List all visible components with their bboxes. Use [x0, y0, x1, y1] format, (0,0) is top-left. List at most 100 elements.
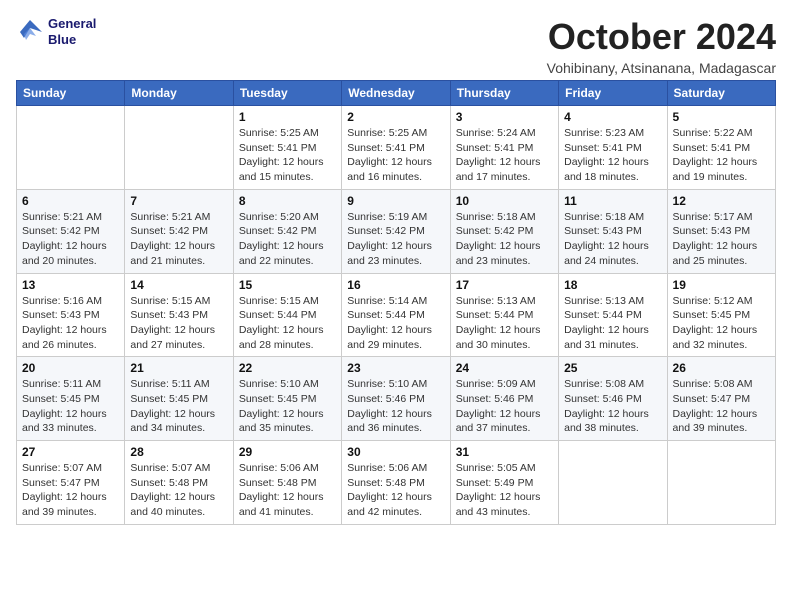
calendar-cell: 2Sunrise: 5:25 AMSunset: 5:41 PMDaylight… [342, 106, 450, 190]
calendar-cell: 16Sunrise: 5:14 AMSunset: 5:44 PMDayligh… [342, 273, 450, 357]
day-number: 23 [347, 361, 444, 375]
daylight-text: Daylight: 12 hours and 38 minutes. [564, 408, 649, 435]
sunset-text: Sunset: 5:43 PM [130, 309, 208, 321]
weekday-label: Sunday [17, 81, 125, 106]
day-info: Sunrise: 5:21 AMSunset: 5:42 PMDaylight:… [22, 210, 119, 269]
sunset-text: Sunset: 5:42 PM [239, 225, 317, 237]
daylight-text: Daylight: 12 hours and 41 minutes. [239, 491, 324, 518]
sunrise-text: Sunrise: 5:07 AM [130, 462, 210, 474]
daylight-text: Daylight: 12 hours and 23 minutes. [347, 240, 432, 267]
daylight-text: Daylight: 12 hours and 36 minutes. [347, 408, 432, 435]
calendar-cell: 29Sunrise: 5:06 AMSunset: 5:48 PMDayligh… [233, 441, 341, 525]
weekday-label: Friday [559, 81, 667, 106]
sunrise-text: Sunrise: 5:15 AM [239, 295, 319, 307]
sunset-text: Sunset: 5:42 PM [456, 225, 534, 237]
calendar-cell: 12Sunrise: 5:17 AMSunset: 5:43 PMDayligh… [667, 189, 775, 273]
day-info: Sunrise: 5:06 AMSunset: 5:48 PMDaylight:… [347, 461, 444, 520]
sunset-text: Sunset: 5:44 PM [564, 309, 642, 321]
sunrise-text: Sunrise: 5:10 AM [239, 378, 319, 390]
day-number: 3 [456, 110, 553, 124]
day-number: 20 [22, 361, 119, 375]
day-info: Sunrise: 5:11 AMSunset: 5:45 PMDaylight:… [22, 377, 119, 436]
sunrise-text: Sunrise: 5:16 AM [22, 295, 102, 307]
calendar-cell: 4Sunrise: 5:23 AMSunset: 5:41 PMDaylight… [559, 106, 667, 190]
day-info: Sunrise: 5:21 AMSunset: 5:42 PMDaylight:… [130, 210, 227, 269]
calendar-week-row: 1 Sunrise: 5:25 AM Sunset: 5:41 PM Daylight… [17, 106, 776, 190]
sunrise-text: Sunrise: 5:25 AM [347, 127, 427, 139]
weekday-label: Saturday [667, 81, 775, 106]
day-number: 11 [564, 194, 661, 208]
sunrise-text: Sunrise: 5:21 AM [22, 211, 102, 223]
day-number: 30 [347, 445, 444, 459]
calendar-week-row: 13Sunrise: 5:16 AMSunset: 5:43 PMDayligh… [17, 273, 776, 357]
calendar-cell: 27Sunrise: 5:07 AMSunset: 5:47 PMDayligh… [17, 441, 125, 525]
calendar-body: 1 Sunrise: 5:25 AM Sunset: 5:41 PM Daylight… [17, 106, 776, 525]
daylight-text: Daylight: 12 hours and 28 minutes. [239, 324, 324, 351]
calendar-title: October 2024 [547, 16, 776, 58]
logo-icon [16, 18, 44, 46]
daylight-text: Daylight: 12 hours and 31 minutes. [564, 324, 649, 351]
sunset-text: Sunset: 5:46 PM [347, 393, 425, 405]
sunset-text: Sunset: 5:44 PM [239, 309, 317, 321]
day-info: Sunrise: 5:10 AMSunset: 5:45 PMDaylight:… [239, 377, 336, 436]
calendar-cell: 17Sunrise: 5:13 AMSunset: 5:44 PMDayligh… [450, 273, 558, 357]
daylight-text: Daylight: 12 hours and 20 minutes. [22, 240, 107, 267]
day-info: Sunrise: 5:17 AMSunset: 5:43 PMDaylight:… [673, 210, 770, 269]
day-info: Sunrise: 5:23 AMSunset: 5:41 PMDaylight:… [564, 126, 661, 185]
sunset-text: Sunset: 5:46 PM [456, 393, 534, 405]
day-number: 9 [347, 194, 444, 208]
day-info: Sunrise: 5:06 AMSunset: 5:48 PMDaylight:… [239, 461, 336, 520]
sunrise-text: Sunrise: 5:24 AM [456, 127, 536, 139]
calendar-cell [667, 441, 775, 525]
sunrise-text: Sunrise: 5:23 AM [564, 127, 644, 139]
calendar-week-row: 20 Sunrise: 5:11 AMSunset: 5:45 PMDayligh… [17, 357, 776, 441]
day-info: Sunrise: 5:14 AMSunset: 5:44 PMDaylight:… [347, 294, 444, 353]
weekday-label: Wednesday [342, 81, 450, 106]
calendar-cell: 21Sunrise: 5:11 AMSunset: 5:45 PMDayligh… [125, 357, 233, 441]
calendar-cell [17, 106, 125, 190]
sunset-text: Sunset: 5:44 PM [456, 309, 534, 321]
sunset-text: Sunset: 5:41 PM [673, 142, 751, 154]
day-info: Sunrise: 5:13 AMSunset: 5:44 PMDaylight:… [564, 294, 661, 353]
sunrise-text: Sunrise: 5:06 AM [347, 462, 427, 474]
sunset-text: Sunset: 5:49 PM [456, 477, 534, 489]
day-number: 18 [564, 278, 661, 292]
daylight-text: Daylight: 12 hours and 19 minutes. [673, 156, 758, 183]
sunset-text: Sunset: 5:46 PM [564, 393, 642, 405]
sunset-text: Sunset: 5:43 PM [564, 225, 642, 237]
day-number: 7 [130, 194, 227, 208]
calendar-cell: 23Sunrise: 5:10 AMSunset: 5:46 PMDayligh… [342, 357, 450, 441]
calendar-location: Vohibinany, Atsinanana, Madagascar [547, 60, 776, 76]
title-block: October 2024 Vohibinany, Atsinanana, Mad… [547, 16, 776, 76]
sunrise-text: Sunrise: 5:07 AM [22, 462, 102, 474]
day-number: 2 [347, 110, 444, 124]
calendar-cell: 24Sunrise: 5:09 AMSunset: 5:46 PMDayligh… [450, 357, 558, 441]
calendar-cell: 25Sunrise: 5:08 AMSunset: 5:46 PMDayligh… [559, 357, 667, 441]
calendar-cell: 10Sunrise: 5:18 AMSunset: 5:42 PMDayligh… [450, 189, 558, 273]
sunrise-text: Sunrise: 5:06 AM [239, 462, 319, 474]
weekday-label: Thursday [450, 81, 558, 106]
calendar-table: SundayMondayTuesdayWednesdayThursdayFrid… [16, 80, 776, 525]
daylight-text: Daylight: 12 hours and 16 minutes. [347, 156, 432, 183]
sunrise-text: Sunrise: 5:15 AM [130, 295, 210, 307]
day-number: 8 [239, 194, 336, 208]
calendar-cell: 1Sunrise: 5:25 AMSunset: 5:41 PMDaylight… [233, 106, 341, 190]
day-info: Sunrise: 5:15 AM Sunset: 5:44 PM Daylight:… [239, 294, 336, 353]
sunset-text: Sunset: 5:44 PM [347, 309, 425, 321]
sunrise-text: Sunrise: 5:18 AM [564, 211, 644, 223]
day-number: 26 [673, 361, 770, 375]
sunrise-text: Sunrise: 5:20 AM [239, 211, 319, 223]
daylight-text: Daylight: 12 hours and 37 minutes. [456, 408, 541, 435]
sunset-text: Sunset: 5:48 PM [130, 477, 208, 489]
calendar-cell: 22Sunrise: 5:10 AMSunset: 5:45 PMDayligh… [233, 357, 341, 441]
weekday-label: Monday [125, 81, 233, 106]
sunset-text: Sunset: 5:47 PM [673, 393, 751, 405]
page-header: GeneralBlue October 2024 Vohibinany, Ats… [16, 16, 776, 76]
sunset-text: Sunset: 5:47 PM [22, 477, 100, 489]
calendar-cell [125, 106, 233, 190]
daylight-text: Daylight: 12 hours and 39 minutes. [22, 491, 107, 518]
day-info: Sunrise: 5:18 AMSunset: 5:42 PMDaylight:… [456, 210, 553, 269]
sunset-text: Sunset: 5:48 PM [347, 477, 425, 489]
day-number: 1 [239, 110, 336, 124]
day-info: Sunrise: 5:22 AMSunset: 5:41 PMDaylight:… [673, 126, 770, 185]
